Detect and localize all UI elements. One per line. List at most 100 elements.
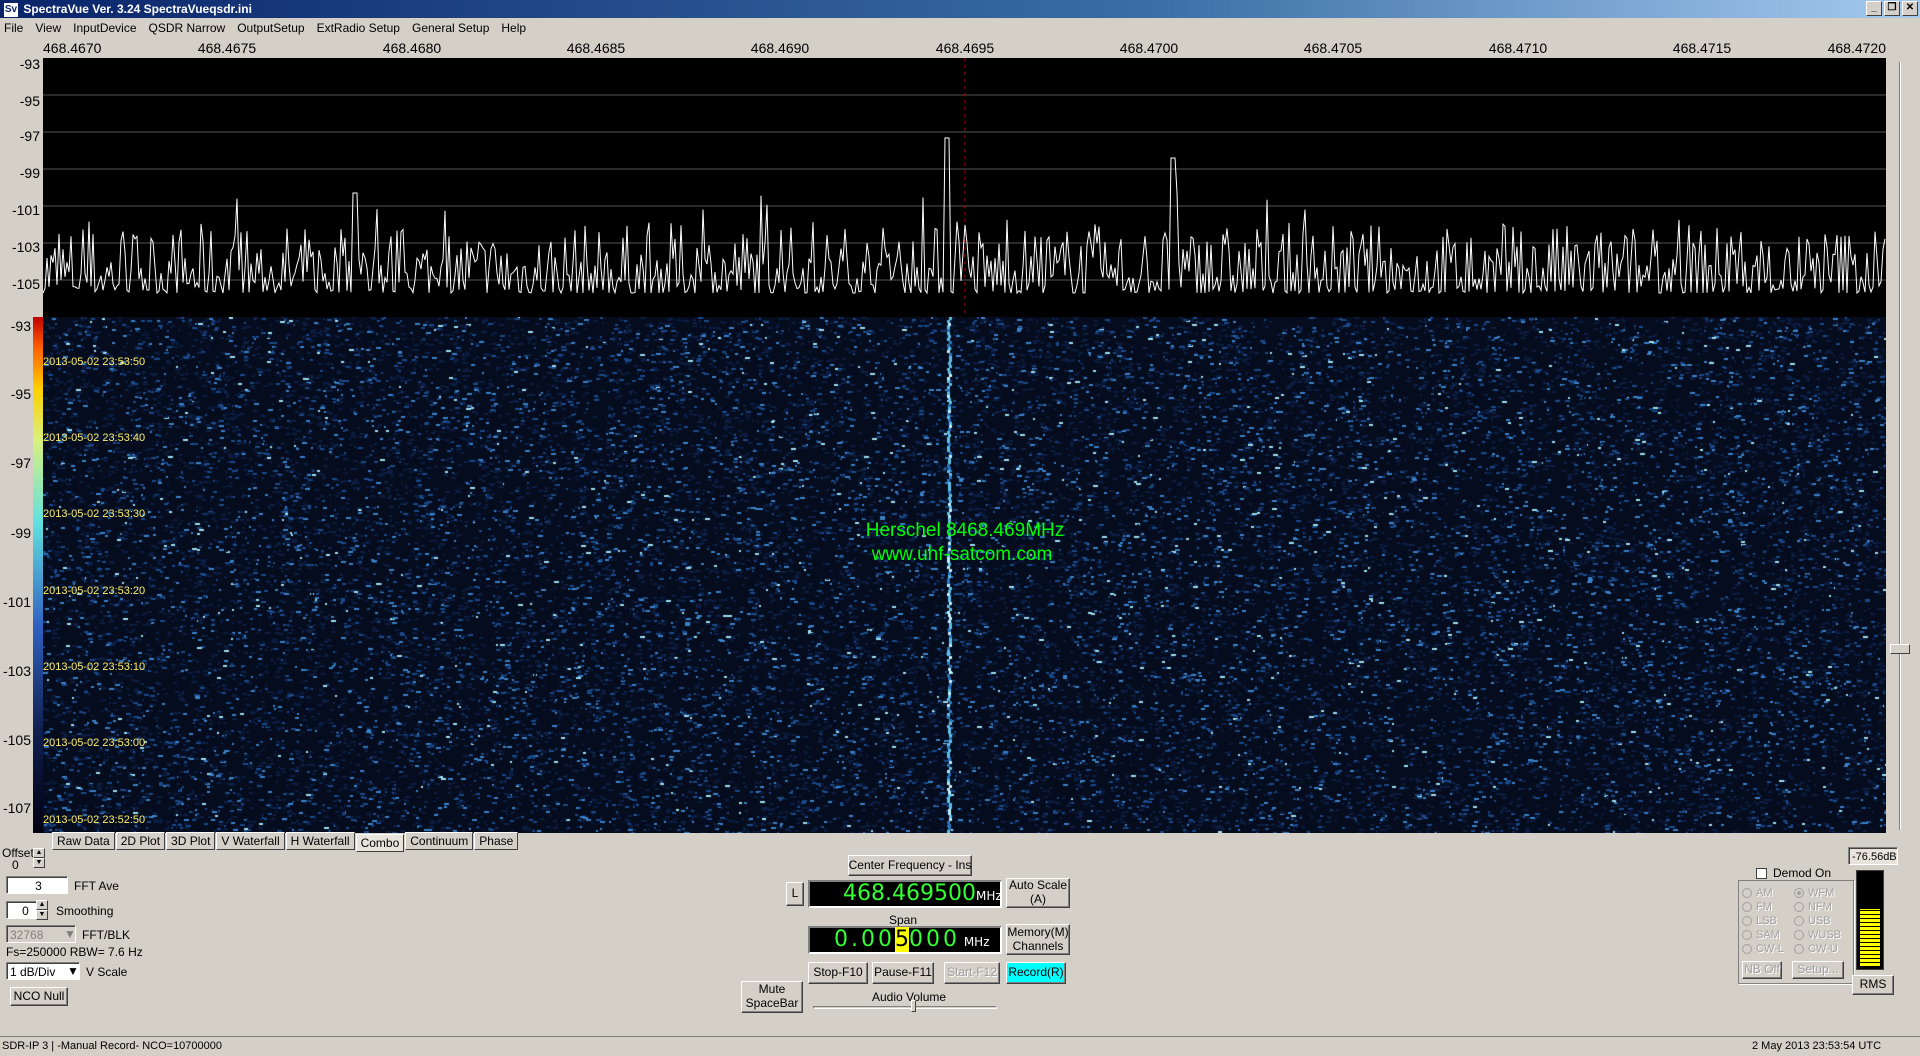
freq-tick-label: 468.4670 <box>43 40 102 56</box>
tab-raw-data[interactable]: Raw Data <box>52 832 115 850</box>
close-button[interactable]: ✕ <box>1902 1 1918 16</box>
spectrum-plot[interactable] <box>42 58 1886 317</box>
radio-dot <box>1742 916 1752 927</box>
radio-wusb[interactable]: WUSB <box>1794 929 1841 941</box>
chevron-down-icon: ▼ <box>64 927 76 941</box>
radio-usb-label: USB <box>1808 915 1831 927</box>
start-button[interactable]: Start-F12 <box>944 962 1000 984</box>
pause-button[interactable]: Pause-F11 <box>872 962 934 984</box>
center-frequency-value: 468.469500 <box>843 881 976 906</box>
waterfall-timestamp: 2013-05-02 23:52:50 <box>43 814 146 826</box>
menu-outputsetup[interactable]: OutputSetup <box>237 21 304 35</box>
freq-tick-label: 468.4720 <box>1827 40 1886 56</box>
waterfall-timestamp: 2013-05-02 23:53:40 <box>43 432 146 444</box>
radio-dot <box>1794 916 1804 927</box>
setup-button[interactable]: Setup... <box>1792 961 1844 979</box>
spectrum-db-label: -97 <box>19 128 40 144</box>
tab-combo[interactable]: Combo <box>355 834 405 852</box>
radio-dot <box>1742 930 1752 941</box>
radio-wfm[interactable]: WFM <box>1794 887 1834 899</box>
reference-level-slider[interactable] <box>1890 62 1910 830</box>
signal-level-fill <box>1860 909 1880 966</box>
radio-am-label: AM <box>1756 887 1773 899</box>
smoothing-spinner[interactable]: ▲ ▼ <box>36 900 48 920</box>
status-bar: SDR-IP 3 | -Manual Record- NCO=10700000 … <box>0 1036 1920 1056</box>
menu-inputdevice[interactable]: InputDevice <box>73 21 136 35</box>
tab-phase[interactable]: Phase <box>474 832 519 850</box>
freq-tick-label: 468.4675 <box>197 40 257 56</box>
auto-scale-shortcut: (A) <box>1030 892 1046 906</box>
menu-qsdr-narrow[interactable]: QSDR Narrow <box>149 21 226 35</box>
radio-cw-u-label: CW-U <box>1808 943 1838 955</box>
tab-3d-plot[interactable]: 3D Plot <box>166 832 216 850</box>
menu-extradio-setup[interactable]: ExtRadio Setup <box>317 21 400 35</box>
radio-am[interactable]: AM <box>1742 887 1773 899</box>
menu-general-setup[interactable]: General Setup <box>412 21 489 35</box>
offset-value: 0 <box>12 858 19 872</box>
offset-spinner[interactable]: ▲ ▼ <box>33 848 45 868</box>
fft-ave-input[interactable]: 3 <box>6 876 68 894</box>
span-selected-digit: 5 <box>894 927 909 952</box>
radio-nfm[interactable]: NFM <box>1794 901 1832 913</box>
freq-tick-label: 468.4715 <box>1672 40 1732 56</box>
waterfall-timestamp: 2013-05-02 23:53:00 <box>43 737 146 749</box>
radio-wfm-label: WFM <box>1808 887 1835 899</box>
frequency-axis: 468.4670 468.4675 468.4680 468.4685 468.… <box>0 38 1920 58</box>
status-datetime: 2 May 2013 23:53:54 UTC <box>1752 1040 1882 1052</box>
nco-null-button[interactable]: NCO Null <box>10 987 68 1006</box>
memory-channels-button[interactable]: Memory(M) Channels <box>1006 924 1070 955</box>
minimize-button[interactable]: _ <box>1866 1 1882 16</box>
record-button[interactable]: Record(R) <box>1006 962 1066 984</box>
tab-2d-plot[interactable]: 2D Plot <box>115 832 166 850</box>
tab-h-waterfall[interactable]: H Waterfall <box>285 832 355 850</box>
spectrum-db-label: -93 <box>19 56 40 72</box>
menu-view[interactable]: View <box>35 21 61 35</box>
mute-button[interactable]: Mute SpaceBar <box>741 981 803 1013</box>
span-display[interactable]: 0.005000 MHz <box>808 926 1002 954</box>
menu-file[interactable]: File <box>4 21 23 35</box>
status-left: SDR-IP 3 | -Manual Record- NCO=10700000 <box>2 1040 223 1052</box>
slider-track <box>1899 62 1901 830</box>
span-value-suffix: 000 <box>908 927 960 952</box>
radio-lsb[interactable]: LSB <box>1742 915 1777 927</box>
center-frequency-button[interactable]: Center Frequency - Ins <box>848 855 972 876</box>
restore-button[interactable]: ❐ <box>1884 1 1900 16</box>
radio-fm[interactable]: FM <box>1742 901 1772 913</box>
tab-v-waterfall[interactable]: V Waterfall <box>216 832 285 850</box>
window-title: SpectraVue Ver. 3.24 SpectraVueqsdr.ini <box>23 2 252 16</box>
center-frequency-display[interactable]: 468.469500MHz <box>808 880 1002 908</box>
radio-dot <box>1742 902 1752 913</box>
radio-usb[interactable]: USB <box>1794 915 1831 927</box>
waterfall-display[interactable] <box>43 317 1886 833</box>
radio-cw-l[interactable]: CW-L <box>1742 943 1784 955</box>
freq-tick-label: 468.4695 <box>935 40 995 56</box>
waterfall-canvas <box>43 317 1886 833</box>
nb-off-button[interactable]: NB Off <box>1742 961 1782 979</box>
radio-dot-selected <box>1794 888 1804 899</box>
spectrum-trace-svg <box>42 58 1886 317</box>
waterfall-annotation-title: Herschel 8468.469MHz <box>865 520 1065 541</box>
volume-thumb[interactable] <box>911 1000 916 1012</box>
vscale-label: V Scale <box>86 965 128 979</box>
stop-button[interactable]: Stop-F10 <box>808 962 868 984</box>
radio-cw-u[interactable]: CW-U <box>1794 943 1838 955</box>
lock-button[interactable]: L <box>786 882 804 906</box>
audio-volume-slider[interactable] <box>813 1000 997 1014</box>
radio-dot <box>1742 888 1752 899</box>
sample-rate-info: Fs=250000 RBW= 7.6 Hz <box>6 945 143 959</box>
tab-continuum[interactable]: Continuum <box>405 832 474 850</box>
signal-level-readout: -76.56dB <box>1848 847 1898 865</box>
rms-button[interactable]: RMS <box>1852 975 1894 995</box>
menu-help[interactable]: Help <box>501 21 526 35</box>
chevron-down-icon: ▼ <box>67 964 79 978</box>
slider-thumb[interactable] <box>1890 644 1910 654</box>
radio-sam[interactable]: SAM <box>1742 929 1780 941</box>
smoothing-label: Smoothing <box>56 904 114 918</box>
radio-cw-l-label: CW-L <box>1756 943 1784 955</box>
mute-label: Mute <box>758 982 786 997</box>
auto-scale-button[interactable]: Auto Scale (A) <box>1006 878 1070 908</box>
freq-tick-label: 468.4710 <box>1488 40 1548 56</box>
demod-on-checkbox[interactable]: Demod On <box>1756 866 1831 880</box>
radio-fm-label: FM <box>1756 901 1772 913</box>
spectrum-db-label: -101 <box>11 202 40 218</box>
